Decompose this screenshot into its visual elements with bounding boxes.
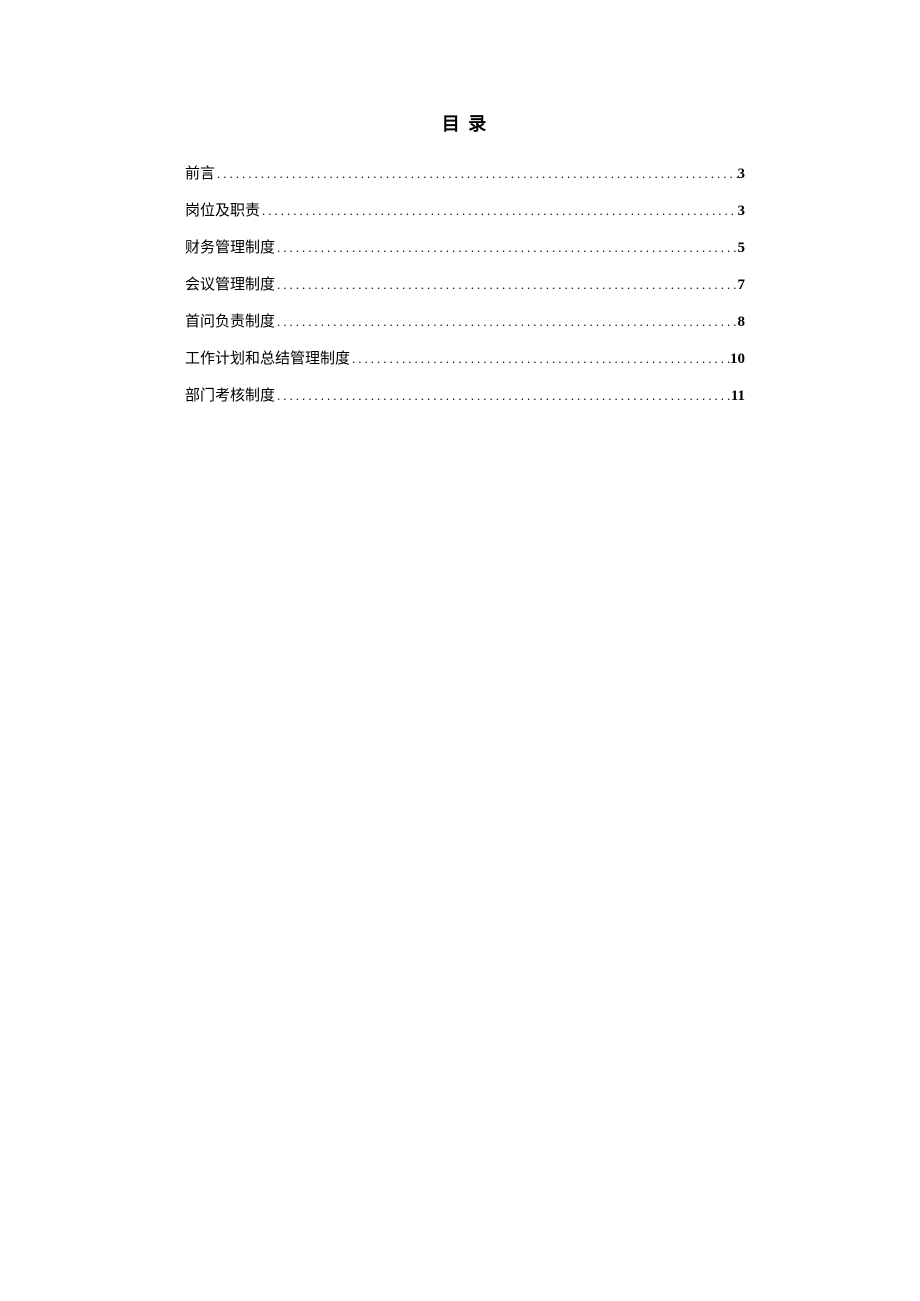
toc-item: 部门考核制度 11 [185, 386, 745, 407]
toc-item-page: 11 [731, 386, 745, 407]
toc-item-label: 岗位及职责 [185, 201, 260, 222]
toc-title: 目 录 [185, 110, 745, 136]
toc-item-label: 前言 [185, 164, 215, 185]
toc-item: 前言 3 [185, 164, 745, 185]
toc-item: 岗位及职责 3 [185, 201, 745, 222]
toc-item: 会议管理制度 7 [185, 275, 745, 296]
toc-leader-dots [275, 387, 731, 405]
toc-item-label: 首问负责制度 [185, 312, 275, 333]
toc-item-page: 10 [730, 349, 745, 370]
toc-item-page: 7 [738, 275, 746, 296]
toc-leader-dots [275, 239, 737, 257]
toc-item-label: 工作计划和总结管理制度 [185, 349, 350, 370]
toc-item-label: 部门考核制度 [185, 386, 275, 407]
toc-item: 首问负责制度 8 [185, 312, 745, 333]
toc-leader-dots [260, 202, 737, 220]
toc-list: 前言 3 岗位及职责 3 财务管理制度 5 会议管理制度 7 首问负责制度 8 … [185, 164, 745, 407]
toc-item-page: 5 [738, 238, 746, 259]
toc-item: 财务管理制度 5 [185, 238, 745, 259]
toc-item: 工作计划和总结管理制度 10 [185, 349, 745, 370]
document-page: 目 录 前言 3 岗位及职责 3 财务管理制度 5 会议管理制度 7 首问负责制… [0, 0, 920, 407]
toc-item-page: 3 [738, 201, 746, 222]
toc-item-page: 3 [738, 164, 746, 185]
toc-leader-dots [350, 350, 730, 368]
toc-leader-dots [275, 276, 737, 294]
toc-item-label: 财务管理制度 [185, 238, 275, 259]
toc-item-label: 会议管理制度 [185, 275, 275, 296]
toc-leader-dots [275, 313, 737, 331]
toc-leader-dots [215, 165, 737, 183]
toc-item-page: 8 [738, 312, 746, 333]
